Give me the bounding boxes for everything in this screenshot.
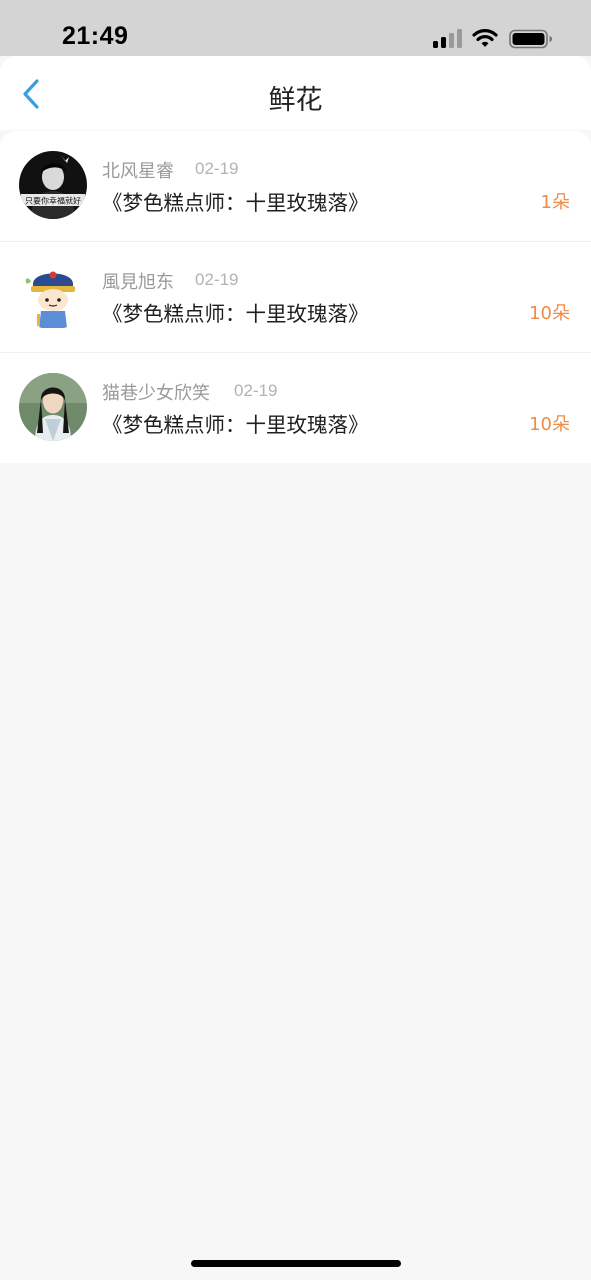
flower-count: 10朵 — [529, 303, 570, 324]
item-date: 02-19 — [234, 381, 278, 400]
item-book-title[interactable]: 《梦色糕点师：十里玫瑰落》 — [102, 408, 369, 438]
list-item[interactable]: 風見旭东 02-19 《梦色糕点师：十里玫瑰落》 10朵 — [0, 242, 591, 353]
item-username: 猫巷少女欣笑 — [102, 383, 210, 404]
item-date: 02-19 — [195, 270, 239, 289]
battery-icon — [509, 29, 552, 49]
item-username: 風見旭东 — [102, 272, 174, 293]
status-time: 21:49 — [62, 22, 129, 50]
home-indicator[interactable] — [191, 1260, 401, 1267]
status-bar: 21:49 — [0, 0, 591, 56]
list-item[interactable]: 猫巷少女欣笑 02-19 《梦色糕点师：十里玫瑰落》 10朵 — [0, 353, 591, 463]
wifi-icon — [472, 29, 498, 47]
signal-icon — [433, 28, 463, 48]
avatar[interactable]: 只要你幸福就好 — [19, 151, 87, 219]
svg-text:只要你幸福就好: 只要你幸福就好 — [25, 196, 81, 206]
list-item[interactable]: 只要你幸福就好 北风星睿 02-19 《梦色糕点师：十里玫瑰落》 1朵 — [0, 131, 591, 242]
item-date: 02-19 — [195, 159, 239, 178]
item-book-title[interactable]: 《梦色糕点师：十里玫瑰落》 — [102, 186, 369, 216]
avatar[interactable] — [19, 373, 87, 441]
page-title: 鲜花 — [268, 85, 323, 116]
flower-count: 1朵 — [540, 192, 570, 213]
nav-bar: 鲜花 — [0, 56, 591, 130]
flower-list: 只要你幸福就好 北风星睿 02-19 《梦色糕点师：十里玫瑰落》 1朵 風見旭东… — [0, 131, 591, 463]
flower-count: 10朵 — [529, 414, 570, 435]
item-book-title[interactable]: 《梦色糕点师：十里玫瑰落》 — [102, 297, 369, 327]
avatar[interactable] — [19, 262, 87, 330]
item-username: 北风星睿 — [102, 161, 174, 182]
